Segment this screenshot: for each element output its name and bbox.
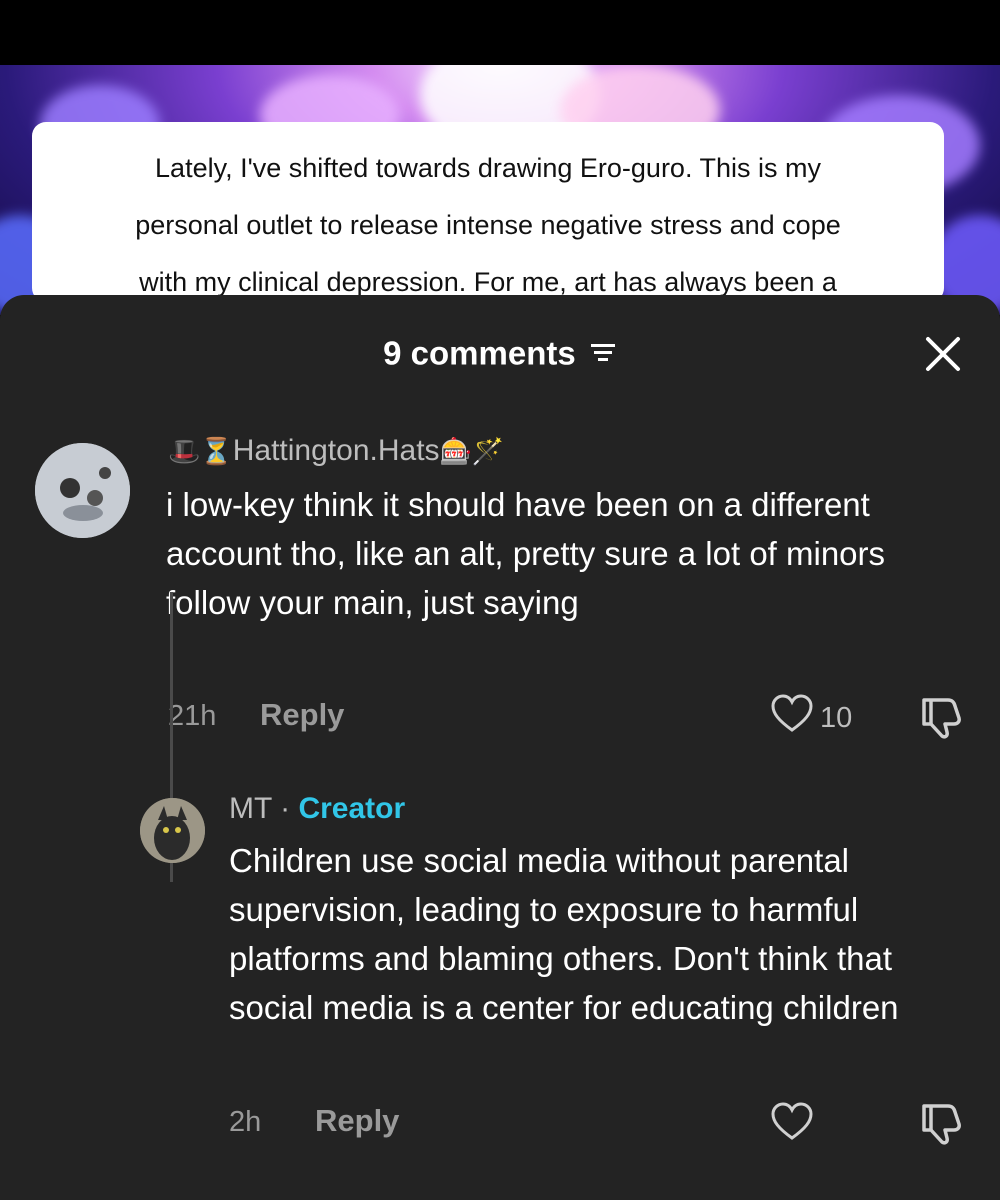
creator-avatar[interactable] bbox=[140, 798, 205, 863]
reply-username-text: MT bbox=[229, 792, 272, 825]
comments-count-label: 9 comments bbox=[383, 334, 576, 372]
dislike-button[interactable] bbox=[918, 1102, 966, 1151]
reply-text: Children use social media without parent… bbox=[229, 842, 899, 1026]
comments-header: 9 comments bbox=[0, 295, 1000, 410]
like-count: 10 bbox=[820, 701, 853, 734]
username-prefix-emoji: 🎩⏳ bbox=[168, 437, 233, 467]
comments-sheet: 9 comments bbox=[0, 295, 1000, 1200]
heart-icon bbox=[770, 694, 814, 742]
avatar[interactable] bbox=[35, 443, 130, 538]
like-button[interactable] bbox=[770, 1102, 814, 1150]
username-suffix-emoji: 🎰🪄 bbox=[439, 437, 505, 467]
dislike-button[interactable] bbox=[918, 696, 966, 745]
reply-button[interactable]: Reply bbox=[315, 1103, 399, 1139]
username-separator: · bbox=[280, 792, 291, 825]
username-text: Hattington.Hats bbox=[232, 434, 440, 467]
thumbs-down-icon bbox=[918, 698, 966, 744]
reply-username[interactable]: MT · Creator bbox=[229, 792, 405, 826]
status-bar-area bbox=[0, 0, 1000, 65]
close-icon[interactable] bbox=[924, 335, 962, 373]
reply-timestamp: 2h bbox=[229, 1106, 262, 1138]
comment-timestamp: 21h bbox=[168, 700, 217, 732]
comment-text: i low-key think it should have been on a… bbox=[166, 486, 886, 621]
comment-username[interactable]: 🎩⏳Hattington.Hats🎰🪄 bbox=[168, 434, 504, 468]
thumbs-down-icon bbox=[918, 1104, 966, 1150]
filter-icon[interactable] bbox=[589, 334, 617, 372]
creator-badge: Creator bbox=[298, 792, 406, 825]
like-button[interactable]: 10 bbox=[770, 694, 852, 742]
heart-icon bbox=[770, 1102, 814, 1150]
reply-button[interactable]: Reply bbox=[260, 697, 344, 733]
comments-count: 9 comments bbox=[0, 332, 1000, 372]
video-caption-text: Lately, I've shifted towards drawing Ero… bbox=[135, 153, 841, 297]
